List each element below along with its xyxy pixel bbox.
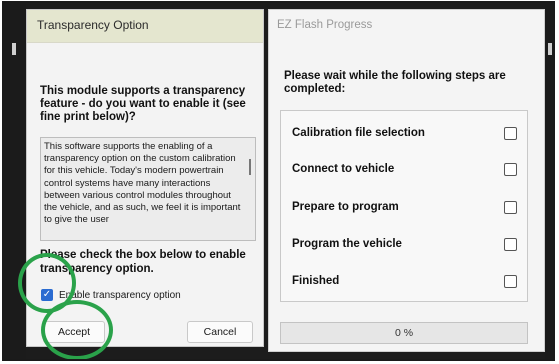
window-edge-right: [548, 43, 552, 55]
transparency-question: This module supports a transparency feat…: [40, 85, 246, 123]
step-status-checkbox: [504, 126, 517, 140]
background-right: [545, 3, 553, 359]
checkbox-label: Enable transparency option: [59, 289, 181, 301]
cancel-button[interactable]: Cancel: [187, 321, 253, 343]
progress-dialog-title: EZ Flash Progress: [277, 19, 373, 31]
checkmark-icon: ✓: [42, 289, 52, 300]
fine-print-scrollbar[interactable]: [249, 159, 251, 175]
background-left: [4, 3, 26, 359]
fine-print-text: This software supports the enabling of a…: [44, 141, 241, 226]
step-label: Program the vehicle: [292, 238, 402, 250]
progress-bar: 0 %: [280, 322, 528, 344]
step-prepare-to-program: Prepare to program: [281, 197, 527, 217]
wait-message: Please wait while the following steps ar…: [284, 70, 506, 95]
transparency-option-dialog: Transparency Option This module supports…: [26, 9, 264, 347]
step-calibration-file-selection: Calibration file selection: [281, 123, 527, 143]
step-status-checkbox: [504, 162, 517, 176]
step-finished: Finished: [281, 271, 527, 291]
window-edge-left: [12, 43, 16, 55]
accept-button[interactable]: Accept: [43, 321, 105, 343]
step-status-checkbox: [504, 200, 517, 214]
step-status-checkbox: [504, 237, 517, 251]
progress-percent-text: 0 %: [394, 327, 414, 339]
step-label: Finished: [292, 275, 340, 287]
steps-list: Calibration file selection Connect to ve…: [280, 110, 528, 302]
dialog-title: Transparency Option: [27, 10, 263, 43]
fine-print-box[interactable]: This software supports the enabling of a…: [40, 137, 256, 241]
enable-transparency-checkbox[interactable]: ✓: [41, 289, 53, 301]
step-label: Calibration file selection: [292, 127, 425, 139]
screenshot-frame: Transparency Option This module supports…: [2, 1, 555, 361]
check-prompt: Please check the box below to enable tra…: [40, 249, 246, 275]
step-label: Connect to vehicle: [292, 163, 395, 175]
ez-flash-progress-dialog: EZ Flash Progress Please wait while the …: [268, 9, 545, 352]
step-label: Prepare to program: [292, 201, 399, 213]
enable-transparency-checkbox-row[interactable]: ✓ Enable transparency option: [41, 288, 181, 302]
step-program-the-vehicle: Program the vehicle: [281, 234, 527, 254]
step-connect-to-vehicle: Connect to vehicle: [281, 159, 527, 179]
step-status-checkbox: [504, 274, 517, 288]
